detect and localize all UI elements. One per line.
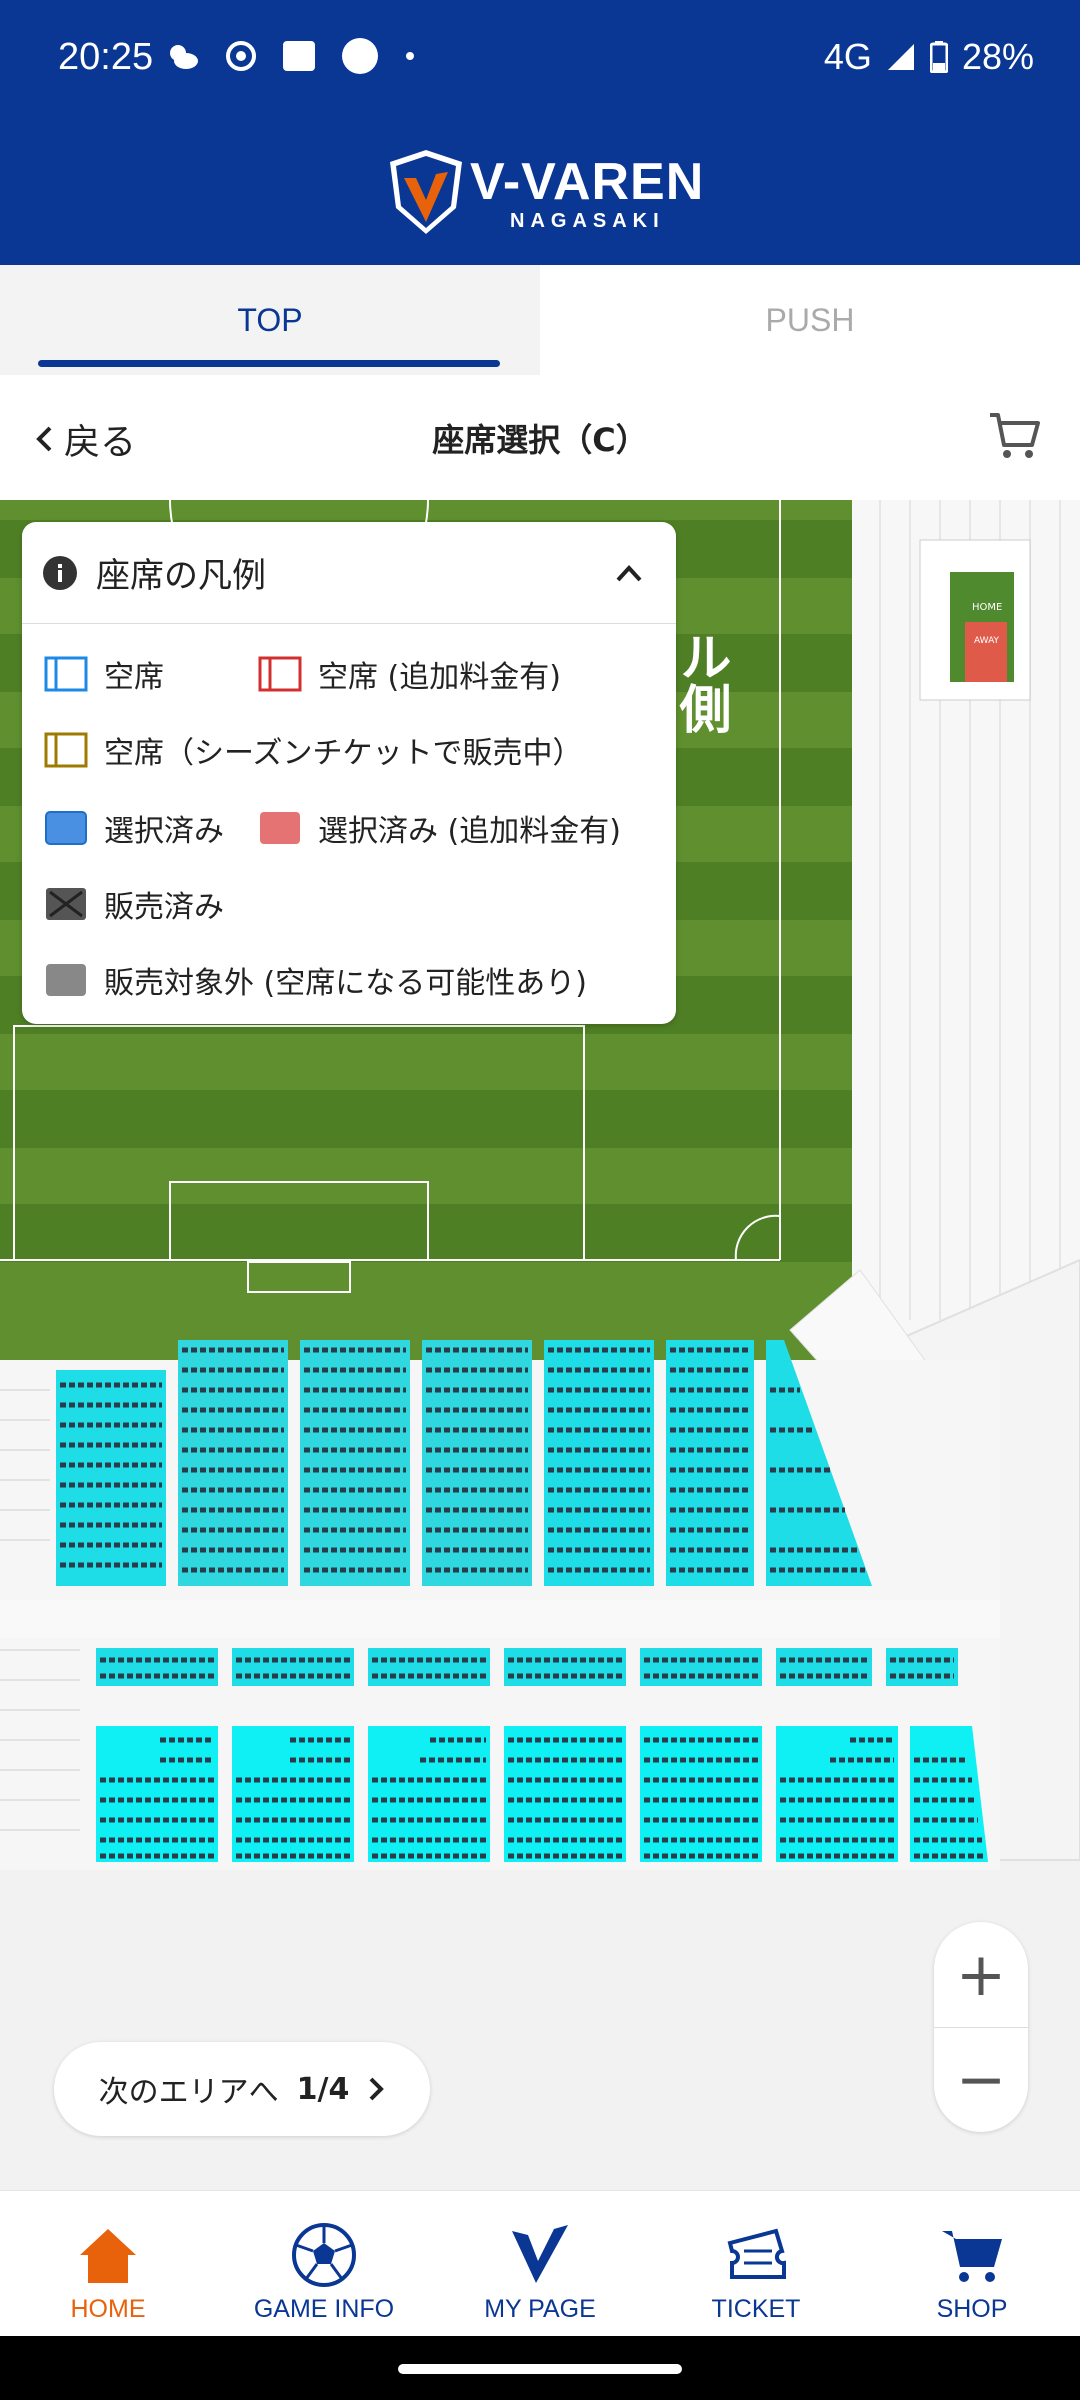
seat-block[interactable] (368, 1648, 490, 1686)
chevron-up-icon[interactable] (612, 556, 646, 590)
v-varen-logo-icon (390, 150, 462, 234)
battery-icon (929, 41, 948, 73)
brand-bar: V-VAREN NAGASAKI (0, 118, 1080, 265)
seat-legend: 座席の凡例 空席 空席 (追加料金有) 空席（シーズンチケットで販売中） 選択済… (22, 522, 676, 1024)
seat-block[interactable] (504, 1648, 626, 1686)
nav-my-page[interactable]: MY PAGE (432, 2191, 648, 2337)
home-gesture-handle[interactable] (398, 2364, 682, 2374)
legend-label: 空席 (追加料金有) (318, 660, 561, 695)
nav-game-info-label: GAME INFO (253, 2295, 395, 2323)
seat-available-icon (44, 656, 88, 692)
next-area-label: 次のエリアへ (98, 2075, 279, 2110)
seat-sold-icon (46, 888, 86, 920)
tab-push-label: PUSH (765, 302, 855, 338)
status-bar: 20:25 4G 28% (0, 0, 1080, 118)
legend-title: 座席の凡例 (96, 556, 266, 596)
network-label: 4G (823, 36, 872, 77)
au-pay-icon (283, 41, 315, 71)
battery-label: 28% (961, 36, 1034, 77)
cart-icon[interactable] (988, 411, 1040, 461)
chrome-icon (226, 41, 256, 71)
tab-top-label: TOP (237, 302, 303, 338)
home-icon (80, 2229, 136, 2283)
seat-available-extra-icon (258, 656, 302, 692)
minimap-away-label: AWAY (974, 636, 1000, 646)
gesture-bar (0, 2336, 1080, 2400)
seat-block[interactable] (886, 1648, 958, 1686)
ticket-icon (727, 2228, 786, 2279)
legend-item-available: 空席 (42, 652, 164, 696)
legend-label: 空席（シーズンチケットで販売中） (104, 736, 583, 771)
brand-sub: NAGASAKI (510, 210, 665, 232)
status-right: 4G 28% (824, 36, 1034, 78)
seat-selected-extra-icon (260, 812, 300, 844)
legend-item-not-for-sale: 販売対象外 (空席になる可能性あり) (42, 958, 587, 1002)
nav-home-label: HOME (70, 2295, 146, 2323)
next-area-button[interactable]: 次のエリアへ 1/4 (54, 2042, 430, 2136)
status-time: 20:25 (58, 36, 154, 78)
seat-block[interactable] (776, 1648, 872, 1686)
seat-block[interactable] (56, 1370, 166, 1586)
seat-block[interactable] (96, 1648, 218, 1686)
legend-header[interactable]: 座席の凡例 (22, 522, 676, 624)
nav-shop-label: SHOP (936, 2295, 1008, 2323)
seat-selected-icon (45, 811, 87, 845)
nav-ticket-label: TICKET (711, 2295, 801, 2323)
next-area-count: 1/4 (296, 2071, 350, 2107)
info-icon (43, 555, 77, 590)
legend-label: 販売済み (104, 890, 224, 925)
zoom-in-button[interactable]: + (934, 1922, 1028, 2027)
legend-label: 選択済み (104, 814, 224, 849)
minimap-home-label: HOME (972, 602, 1002, 613)
brand-name: V-VAREN (470, 153, 705, 211)
page-title: 座席選択（C） (432, 421, 648, 459)
seat-season-icon (44, 732, 88, 768)
soccer-ball-icon (292, 2223, 356, 2287)
legend-item-season: 空席（シーズンチケットで販売中） (42, 728, 583, 772)
minimap: HOME AWAY (919, 539, 1031, 701)
v-logo-icon (512, 2225, 568, 2283)
bottom-nav: HOME GAME INFO MY PAGE TICKET SHOP (0, 2190, 1080, 2336)
nav-header: 戻る 座席選択（C） (0, 375, 1080, 500)
legend-item-selected-extra: 選択済み (追加料金有) (256, 806, 621, 850)
tab-top[interactable]: TOP (0, 265, 540, 375)
weather-icon (170, 45, 198, 69)
nav-game-info[interactable]: GAME INFO (216, 2191, 432, 2337)
top-tabs: TOP PUSH (0, 265, 1080, 375)
dot-icon (342, 38, 378, 74)
goal-side-label: ル側 (670, 630, 732, 734)
zoom-out-button[interactable]: − (934, 2027, 1028, 2132)
legend-label: 空席 (104, 660, 164, 695)
seat-block[interactable] (232, 1648, 354, 1686)
legend-label: 販売対象外 (空席になる可能性あり) (104, 966, 587, 1001)
walkway (0, 1600, 1000, 1638)
nav-ticket[interactable]: TICKET (648, 2191, 864, 2337)
zoom-controls: + − (934, 1922, 1028, 2132)
small-dot-icon (406, 52, 414, 60)
legend-item-sold: 販売済み (42, 882, 224, 926)
nav-shop[interactable]: SHOP (864, 2191, 1080, 2337)
notification-icons (166, 38, 416, 74)
map-empty-area (0, 1870, 1080, 2190)
seat-block[interactable] (640, 1648, 762, 1686)
legend-item-selected: 選択済み (42, 806, 224, 850)
legend-label: 選択済み (追加料金有) (318, 814, 621, 849)
tab-push[interactable]: PUSH (540, 265, 1080, 375)
nav-my-page-label: MY PAGE (484, 2295, 596, 2323)
signal-icon (887, 44, 914, 70)
cart-icon (942, 2231, 1002, 2282)
seat-not-for-sale-icon (46, 964, 86, 996)
tab-active-indicator (38, 360, 500, 367)
legend-item-available-extra: 空席 (追加料金有) (256, 652, 561, 696)
chevron-right-icon (369, 2077, 385, 2101)
nav-home[interactable]: HOME (0, 2191, 216, 2337)
